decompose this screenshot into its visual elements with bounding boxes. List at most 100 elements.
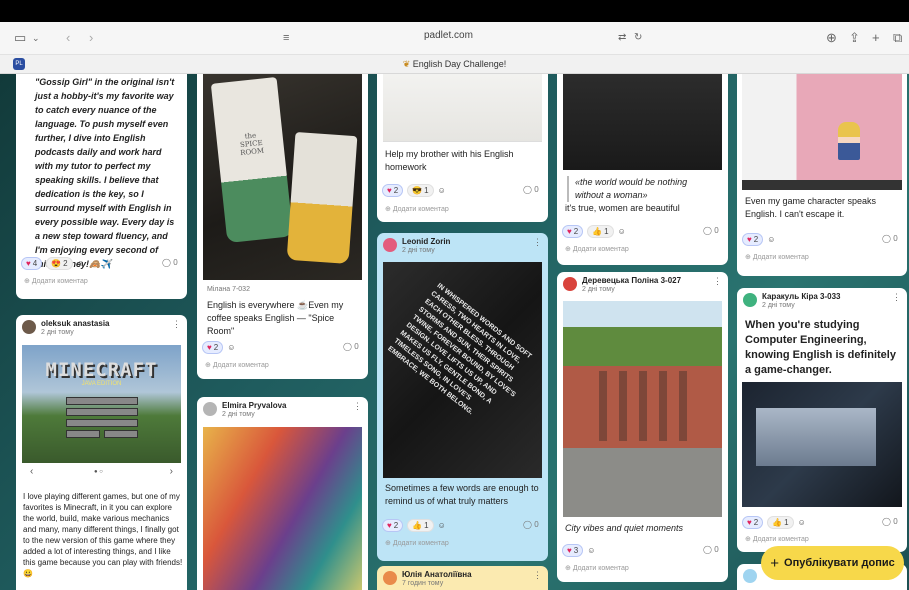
publish-post-button[interactable]: + Опублікувати допис (761, 546, 904, 580)
chevron-down-icon[interactable]: ⌄ (32, 30, 40, 46)
more-icon[interactable]: ⋮ (533, 570, 542, 581)
post-time: 2 дні тому (402, 247, 435, 254)
post-card-elmira[interactable]: Elmira Pryvalova 2 дні тому ⋮ (197, 397, 368, 590)
add-reaction-icon[interactable]: ☺ (438, 521, 446, 530)
address-bar[interactable]: padlet.com (424, 30, 473, 41)
add-comment[interactable]: ⊕ Додати коментар (565, 564, 629, 572)
menu-button-mock (66, 408, 138, 416)
comment-count[interactable]: ◯ 0 (162, 258, 178, 267)
add-comment[interactable]: ⊕ Додати коментар (565, 245, 629, 253)
heart-icon: ♥ (747, 234, 752, 244)
author-name: oleksuk anastasia (41, 319, 110, 328)
graffiti-image (203, 427, 362, 590)
heart-reaction[interactable]: ♥ 4 (21, 256, 43, 270)
add-reaction-icon[interactable]: ☺ (618, 227, 626, 236)
more-icon[interactable]: ⋮ (172, 319, 181, 330)
reload-icon[interactable]: ↻ (634, 30, 642, 46)
more-icon[interactable]: ⋮ (533, 237, 542, 248)
post-card-coffee[interactable]: the SPICE ROOM Мілана 7-032 English is e… (197, 74, 368, 379)
add-comment[interactable]: ⊕ Додати коментар (745, 253, 809, 261)
post-card-gossip[interactable]: "Gossip Girl" in the original isn't just… (16, 74, 187, 299)
sidebar-toggle-icon[interactable]: ▭ (14, 30, 26, 46)
comment-count[interactable]: ◯ 0 (882, 234, 898, 243)
maple-leaf-icon: ❦ (402, 59, 413, 69)
reader-icon[interactable]: ≡ (283, 30, 289, 46)
thumbs-up-icon: 👍 (592, 226, 603, 236)
add-reaction-icon[interactable]: ☺ (587, 546, 595, 555)
heart-reaction[interactable]: ♥ 2 (562, 224, 584, 238)
tabs-overview-icon[interactable]: ⧉ (893, 30, 902, 46)
avatar (743, 293, 757, 307)
add-reaction-icon[interactable]: ☺ (227, 343, 235, 352)
download-icon[interactable]: ⊕ (826, 30, 837, 46)
heart-reaction[interactable]: ♥ 2 (742, 515, 764, 529)
add-reaction-icon[interactable]: ☺ (798, 518, 806, 527)
post-card-leonid[interactable]: Leonid Zorin 2 дні тому ⋮ IN WHISPERED W… (377, 233, 548, 561)
new-tab-icon[interactable]: + (872, 30, 880, 46)
reactions: ♥ 2 👍 1 ☺ (562, 224, 626, 238)
reactions: ♥ 2 👍 1 ☺ (382, 518, 446, 532)
comment-count[interactable]: ◯ 0 (703, 545, 719, 554)
add-comment[interactable]: ⊕ Додати коментар (24, 277, 88, 285)
author-name: Elmira Pryvalova (222, 401, 287, 410)
post-text: "Gossip Girl" in the original isn't just… (35, 77, 175, 269)
more-icon[interactable]: ⋮ (713, 276, 722, 287)
heart-reaction[interactable]: ♥ 2 (202, 340, 224, 354)
building-windows (587, 371, 697, 441)
padlet-board: "Gossip Girl" in the original isn't just… (0, 74, 909, 590)
cool-reaction[interactable]: 😎 1 (407, 183, 434, 197)
like-reaction[interactable]: 👍 1 (407, 518, 434, 532)
coffee-cups-image: the SPICE ROOM (203, 74, 362, 280)
more-icon[interactable]: ⋮ (892, 292, 901, 303)
chevron-right-icon[interactable]: › (170, 466, 173, 477)
comment-count[interactable]: ◯ 0 (523, 185, 539, 194)
author-name: Юлія Анатоліївна (402, 570, 472, 579)
add-reaction-icon[interactable]: ☺ (767, 235, 775, 244)
heart-reaction[interactable]: ♥ 2 (382, 183, 404, 197)
like-reaction[interactable]: 👍 1 (587, 224, 614, 238)
heart-reaction[interactable]: ♥ 2 (742, 232, 764, 246)
chevron-left-icon[interactable]: ‹ (30, 466, 33, 477)
post-card-women[interactable]: «the world would be nothing without a wo… (557, 74, 728, 265)
back-icon[interactable]: ‹ (66, 30, 70, 46)
add-comment[interactable]: ⊕ Додати коментар (745, 535, 809, 543)
carousel-dots: ● ○ (94, 469, 103, 475)
comment-count[interactable]: ◯ 0 (882, 517, 898, 526)
add-comment[interactable]: ⊕ Додати коментар (205, 361, 269, 369)
post-card-derev[interactable]: Деревецька Поліна 3-027 2 дні тому ⋮ Cit… (557, 272, 728, 582)
star-eyes-reaction[interactable]: 😍 2 (46, 256, 73, 270)
menu-button-mock (66, 397, 138, 405)
like-reaction[interactable]: 👍 1 (767, 515, 794, 529)
post-card-karakul[interactable]: Каракуль Кіра 3-033 2 дні тому ⋮ When yo… (737, 288, 907, 552)
comment-count[interactable]: ◯ 0 (703, 226, 719, 235)
post-header: Юлія Анатоліївна 7 годин тому ⋮ (377, 566, 548, 590)
add-reaction-icon[interactable]: ☺ (438, 186, 446, 195)
more-icon[interactable]: ⋮ (353, 401, 362, 412)
comment-count[interactable]: ◯ 0 (343, 342, 359, 351)
forward-icon[interactable]: › (89, 30, 93, 46)
avatar (203, 402, 217, 416)
share-icon[interactable]: ⇪ (849, 30, 860, 46)
minecraft-logo: MINECRAFT (45, 359, 158, 381)
post-time: 2 дні тому (41, 329, 74, 336)
add-comment[interactable]: ⊕ Додати коментар (385, 539, 449, 547)
post-card-yulia[interactable]: Юлія Анатоліївна 7 годин тому ⋮ (377, 566, 548, 590)
author-name: Каракуль Кіра 3-033 (762, 292, 841, 301)
post-card-minecraft[interactable]: oleksuk anastasia 2 дні тому ⋮ MINECRAFT… (16, 315, 187, 590)
post-card-brother[interactable]: Help my brother with his English homewor… (377, 74, 548, 222)
reactions: ♥ 2 😎 1 ☺ (382, 183, 446, 197)
comment-count[interactable]: ◯ 0 (523, 520, 539, 529)
translate-icon[interactable]: ⇄ (618, 30, 626, 46)
thumbs-up-icon: 👍 (412, 520, 423, 530)
tab-bar: PL ❦ English Day Challenge! (0, 54, 909, 74)
post-card-game[interactable]: Even my game character speaks English. I… (737, 74, 907, 276)
avatar (743, 569, 757, 583)
add-comment[interactable]: ⊕ Додати коментар (385, 205, 449, 213)
homework-image (383, 74, 542, 142)
add-reaction-icon[interactable]: ☺ (77, 259, 85, 268)
thumbs-up-icon: 👍 (772, 517, 783, 527)
tab-title[interactable]: ❦ English Day Challenge! (0, 59, 909, 70)
heart-reaction[interactable]: ♥ 3 (562, 543, 584, 557)
post-text: Help my brother with his English homewor… (385, 149, 514, 172)
heart-reaction[interactable]: ♥ 2 (382, 518, 404, 532)
